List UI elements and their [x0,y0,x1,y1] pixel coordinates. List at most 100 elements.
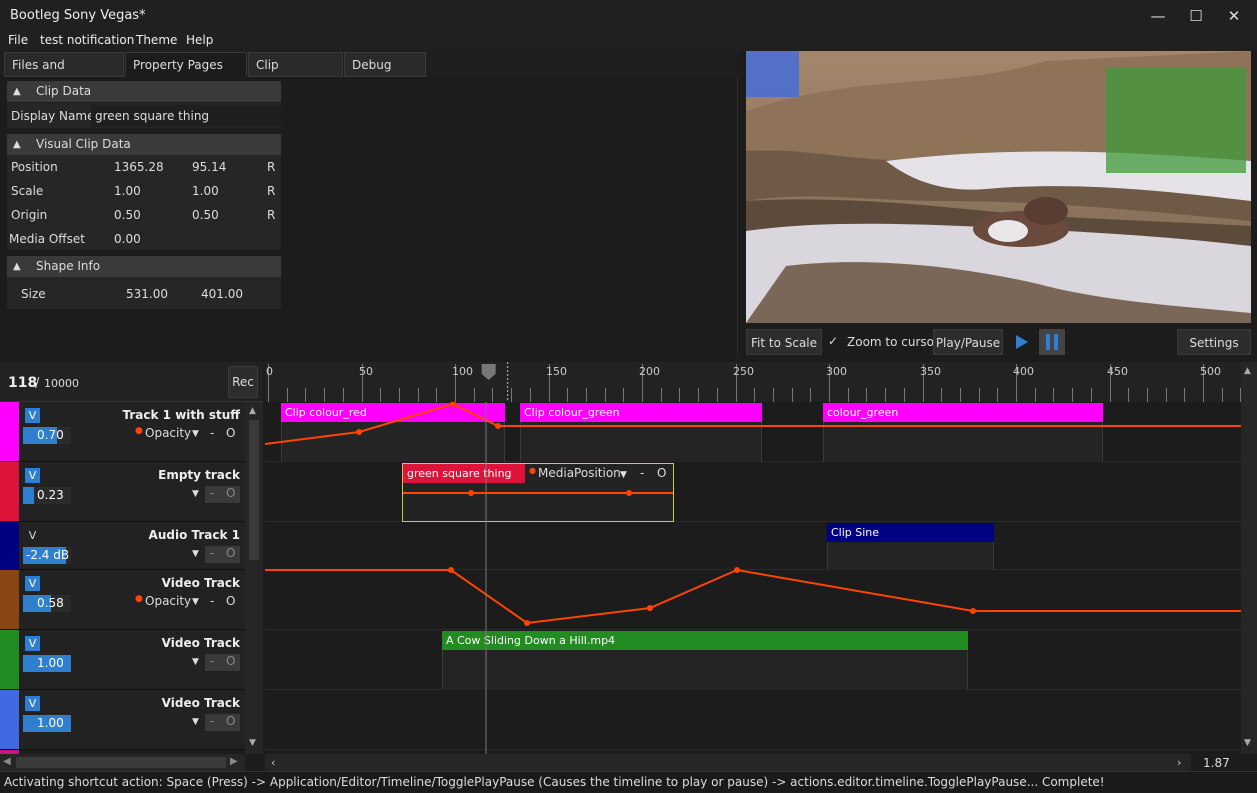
track-visibility-button[interactable]: V [25,528,40,543]
close-icon: ✕ [1227,7,1241,25]
automation-parameter-select[interactable]: Opacity [145,594,191,611]
fit-to-scale-button[interactable]: Fit to Scale [746,329,822,355]
chevron-down-icon[interactable]: ▼ [192,657,199,674]
chevron-down-icon[interactable]: ▼ [192,429,199,446]
position-reset-button[interactable]: R [267,160,275,174]
arrow-down-icon[interactable]: ▼ [1244,738,1251,748]
track-volume-slider[interactable]: -2.4 dB [23,547,71,564]
automation-remove-button[interactable]: - [210,594,214,611]
section-clip-data[interactable]: ▲ Clip Data [7,81,281,102]
track-header[interactable]: V 0.58 Video Track ● Opacity ▼ - O [0,570,245,630]
track-header[interactable]: V 1.00 Video Track ▼ -O [0,690,245,750]
track-opacity-slider[interactable]: 1.00 [23,715,71,732]
zoom-to-cursor-checkbox[interactable]: Zoom to cursor [847,335,939,349]
automation-override-button[interactable]: O [226,594,235,611]
automation-parameter-select[interactable]: Opacity [145,426,191,443]
size-height-field[interactable]: 401.00 [201,287,243,301]
section-shape-info[interactable]: ▲ Shape Info [7,256,281,277]
track-header[interactable]: V 1.00 Video Track ▼ -O [0,630,245,690]
video-preview[interactable] [746,51,1251,323]
track-opacity-slider[interactable]: 0.70 [23,427,71,444]
arrow-down-icon[interactable]: ▼ [249,738,256,748]
scale-reset-button[interactable]: R [267,184,275,198]
track-name[interactable]: Video Track [162,576,240,590]
arrow-up-icon[interactable]: ▲ [249,406,256,416]
timeline-vertical-scrollbar[interactable]: ▲ ▼ [1241,362,1257,754]
scale-y-field[interactable]: 1.00 [192,184,219,198]
menu-file[interactable]: File [8,33,28,47]
track-visibility-button[interactable]: V [25,576,40,591]
track-opacity-slider[interactable]: 0.58 [23,595,71,612]
timeline-lanes[interactable]: Clip colour_red Clip colour_green colour… [265,402,1241,754]
scrollbar-thumb[interactable] [16,757,226,768]
size-width-field[interactable]: 531.00 [126,287,168,301]
arrow-left-icon[interactable]: ‹ [271,756,275,769]
track-name[interactable]: Track 1 with stuff [123,408,240,422]
track-visibility-button[interactable]: V [25,408,40,423]
track-header[interactable]: V -2.4 dB Audio Track 1 ▼ -O [0,522,245,570]
track-visibility-button[interactable]: V [25,636,40,651]
tab-property-pages[interactable]: Property Pages (v2) [125,52,247,96]
menu-test-notification[interactable]: test notification [40,33,134,47]
origin-reset-button[interactable]: R [267,208,275,222]
total-frames[interactable]: 10000 [44,377,79,390]
automation-remove-button[interactable]: - [210,426,214,443]
track-header[interactable]: V 0.23 Empty track ▼ -O [0,462,245,522]
track-name[interactable]: Video Track [162,696,240,710]
track-opacity-slider[interactable]: 1.00 [23,655,71,672]
automation-override-button[interactable]: O [226,426,235,443]
close-button[interactable]: ✕ [1211,0,1257,32]
menu-theme[interactable]: Theme [136,33,177,47]
position-x-field[interactable]: 1365.28 [114,160,164,174]
track-name[interactable]: Video Track [162,636,240,650]
menu-help[interactable]: Help [186,33,213,47]
automation-override-button[interactable]: O [226,486,235,500]
automation-remove-button[interactable]: - [210,546,214,560]
automation-remove-button[interactable]: - [210,714,214,728]
track-name[interactable]: Empty track [158,468,240,482]
timeline-ruler[interactable]: 0 50 100 150 200 250 300 350 400 450 500 [265,362,1241,402]
header-horizontal-scrollbar[interactable]: ◀ ▶ [0,754,245,771]
automation-curves[interactable] [265,402,1241,754]
scrollbar-thumb[interactable] [249,420,259,560]
play-button[interactable] [1008,329,1034,355]
arrow-right-icon[interactable]: › [1177,756,1181,769]
section-visual-clip-data[interactable]: ▲ Visual Clip Data [7,134,281,155]
origin-x-field[interactable]: 0.50 [114,208,141,222]
origin-y-field[interactable]: 0.50 [192,208,219,222]
timeline-horizontal-scrollbar[interactable]: ‹ › [265,754,1191,771]
automation-dot-icon: ● [135,594,143,604]
media-offset-field[interactable]: 0.00 [114,232,141,246]
tab-debug-stuff[interactable]: Debug stuff [344,52,426,96]
track-visibility-button[interactable]: V [25,696,40,711]
arrow-right-icon[interactable]: ▶ [230,756,238,767]
automation-remove-button[interactable]: - [210,654,214,668]
automation-override-button[interactable]: O [226,714,235,728]
automation-override-button[interactable]: O [226,546,235,560]
position-y-field[interactable]: 95.14 [192,160,226,174]
track-header-scrollbar[interactable]: ▲ ▼ [245,402,263,754]
track-header[interactable]: V 0.70 Track 1 with stuff ● Opacity ▼ - … [0,402,245,462]
tab-clip-properties[interactable]: Clip Properties [248,52,343,96]
tab-files-and-resources[interactable]: Files and Resources [4,52,124,96]
checkmark-icon[interactable]: ✓ [828,334,838,348]
automation-override-button[interactable]: O [226,654,235,668]
play-pause-button[interactable]: Play/Pause [933,329,1003,355]
pause-button[interactable] [1039,329,1065,355]
display-name-field[interactable]: green square thing [91,105,281,127]
chevron-down-icon[interactable]: ▼ [192,717,199,734]
chevron-down-icon[interactable]: ▼ [192,489,199,506]
zoom-level[interactable]: 1.87 [1203,756,1230,770]
track-opacity-slider[interactable]: 0.23 [23,487,71,504]
settings-button[interactable]: Settings [1177,329,1251,355]
record-button[interactable]: Rec [228,366,258,398]
arrow-left-icon[interactable]: ◀ [3,756,11,767]
chevron-down-icon[interactable]: ▼ [192,597,199,614]
arrow-up-icon[interactable]: ▲ [1244,366,1251,376]
track-visibility-button[interactable]: V [25,468,40,483]
current-frame[interactable]: 118 [8,375,37,391]
automation-remove-button[interactable]: - [210,486,214,500]
chevron-down-icon[interactable]: ▼ [192,549,199,566]
scale-x-field[interactable]: 1.00 [114,184,141,198]
track-name[interactable]: Audio Track 1 [149,528,240,542]
